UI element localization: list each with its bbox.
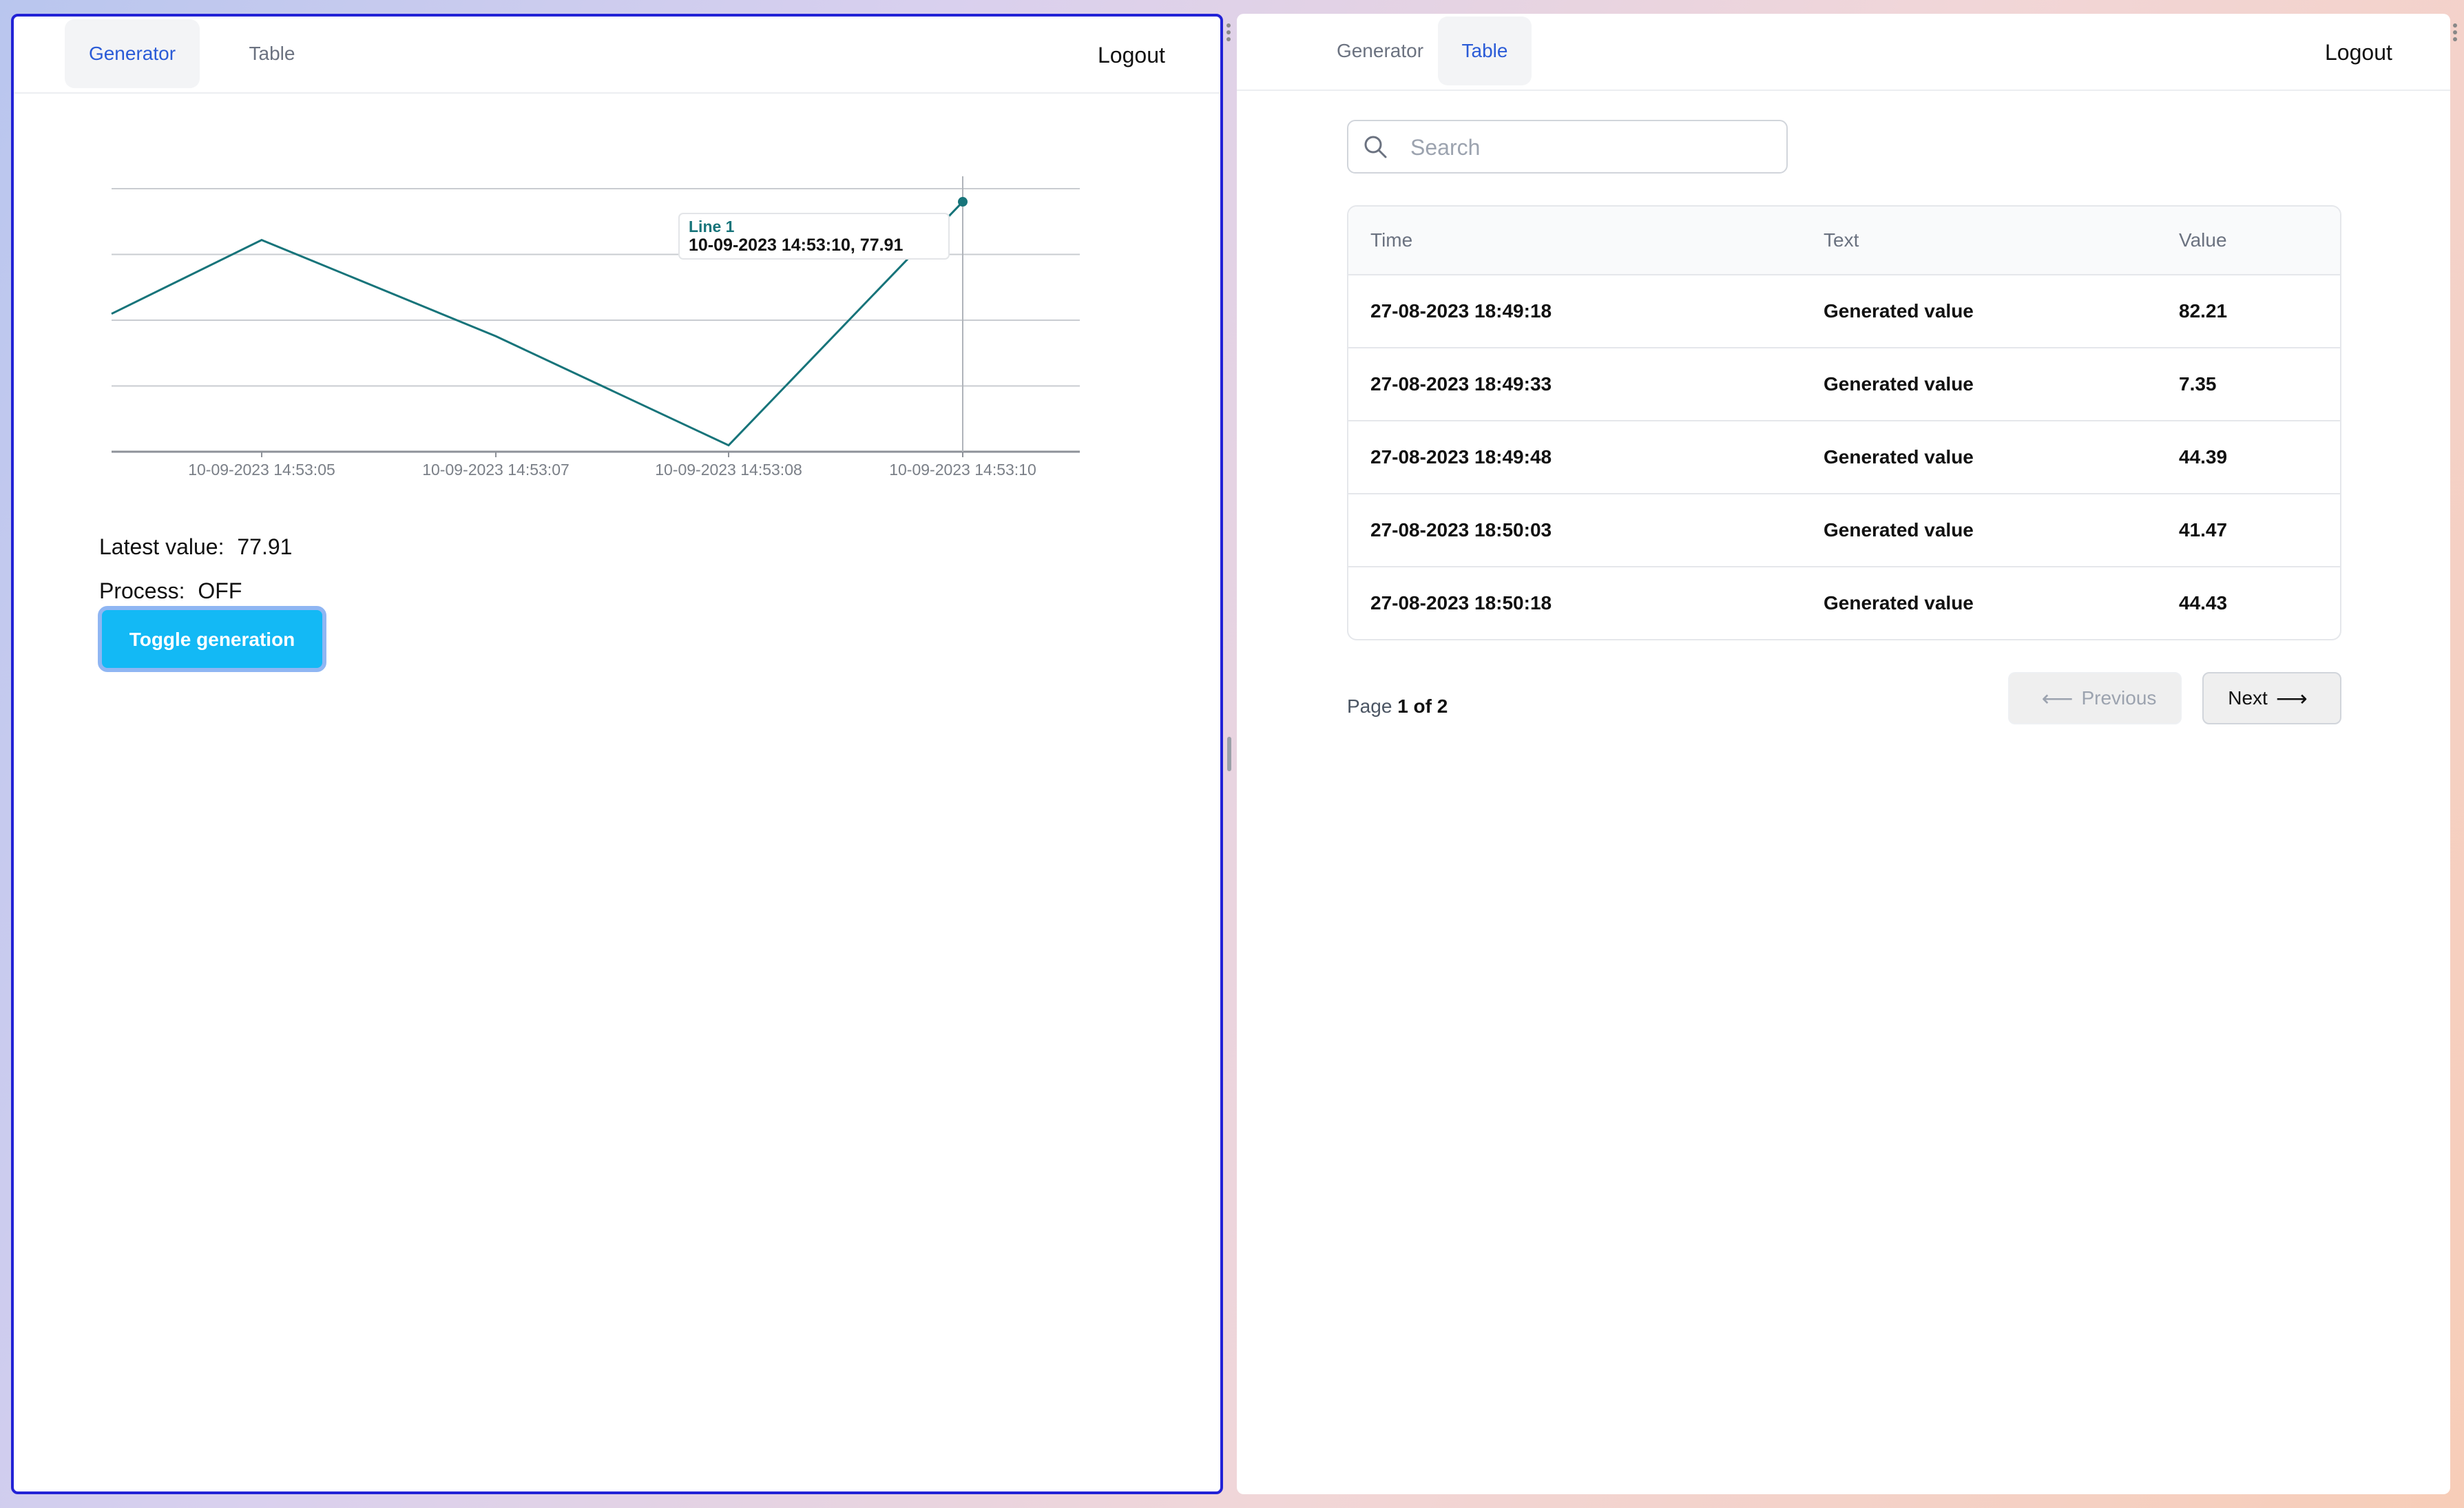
data-table: Time Text Value 27-08-2023 18:49:18 Gene…	[1347, 205, 2341, 640]
cell-value: 44.39	[2179, 446, 2228, 468]
tab-table[interactable]: Table	[213, 19, 331, 88]
process-label: Process:	[99, 578, 185, 603]
cell-time: 27-08-2023 18:49:18	[1370, 300, 1552, 322]
previous-page-button[interactable]: ⟵ Previous	[2008, 672, 2182, 724]
cell-text: Generated value	[1824, 592, 1974, 614]
previous-label: Previous	[2081, 687, 2157, 709]
column-header-value[interactable]: Value	[2179, 207, 2227, 274]
table-row: 27-08-2023 18:50:18 Generated value 44.4…	[1348, 566, 2340, 639]
logout-button[interactable]: Logout	[2325, 14, 2392, 91]
column-header-text[interactable]: Text	[1824, 207, 1859, 274]
process-status-row: Process: OFF	[99, 578, 249, 604]
tooltip-value: 10-09-2023 14:53:10, 77.91	[689, 235, 903, 255]
table-header-row: Time Text Value	[1348, 207, 2340, 274]
of-word: of	[1413, 695, 1432, 717]
x-tick-label: 10-09-2023 14:53:07	[422, 461, 570, 479]
table-window: Generator Table Logout Time Text Value 2…	[1237, 14, 2450, 1494]
x-tick-label: 10-09-2023 14:53:08	[655, 461, 802, 479]
toggle-generation-button[interactable]: Toggle generation	[98, 606, 326, 672]
cell-time: 27-08-2023 18:49:33	[1370, 373, 1552, 395]
x-tick-label: 10-09-2023 14:53:05	[188, 461, 335, 479]
search-field[interactable]	[1347, 120, 1788, 174]
cell-value: 82.21	[2179, 300, 2228, 322]
cell-text: Generated value	[1824, 300, 1974, 322]
cell-text: Generated value	[1824, 373, 1974, 395]
search-icon	[1364, 136, 1387, 158]
table-row: 27-08-2023 18:49:18 Generated value 82.2…	[1348, 274, 2340, 347]
cell-text: Generated value	[1824, 519, 1974, 541]
cell-value: 7.35	[2179, 373, 2217, 395]
data-point	[958, 197, 968, 207]
top-navbar: Generator Table Logout	[14, 17, 1220, 94]
process-status: OFF	[198, 578, 242, 603]
table-row: 27-08-2023 18:50:03 Generated value 41.4…	[1348, 493, 2340, 566]
current-page: 1	[1397, 695, 1408, 717]
x-tick-label: 10-09-2023 14:53:10	[889, 461, 1036, 479]
page-word: Page	[1347, 695, 1392, 717]
line-chart: 10-09-2023 14:53:05 10-09-2023 14:53:07 10…	[111, 176, 1080, 479]
cell-value: 44.43	[2179, 592, 2228, 614]
split-resize-handle[interactable]	[1227, 737, 1231, 771]
cell-text: Generated value	[1824, 446, 1974, 468]
next-page-button[interactable]: Next ⟶	[2202, 672, 2341, 724]
search-input[interactable]	[1409, 128, 1770, 167]
cell-time: 27-08-2023 18:49:48	[1370, 446, 1552, 468]
latest-value: 77.91	[237, 534, 293, 559]
latest-value-row: Latest value: 77.91	[99, 534, 299, 560]
tooltip-series-name: Line 1	[689, 218, 735, 235]
generator-window: Generator Table Logout 10-09-2023 14:53:…	[11, 14, 1223, 1494]
window-drag-handle[interactable]	[2453, 23, 2457, 41]
table-row: 27-08-2023 18:49:33 Generated value 7.35	[1348, 347, 2340, 420]
table-row: 27-08-2023 18:49:48 Generated value 44.3…	[1348, 420, 2340, 493]
window-drag-handle[interactable]	[1226, 23, 1231, 41]
tab-generator[interactable]: Generator	[65, 19, 200, 88]
cell-time: 27-08-2023 18:50:03	[1370, 519, 1552, 541]
tab-table[interactable]: Table	[1438, 17, 1532, 85]
cell-time: 27-08-2023 18:50:18	[1370, 592, 1552, 614]
x-axis: 10-09-2023 14:53:05 10-09-2023 14:53:07 10…	[188, 452, 1036, 479]
total-pages: 2	[1437, 695, 1448, 717]
cell-value: 41.47	[2179, 519, 2228, 541]
next-label: Next	[2228, 687, 2268, 709]
arrow-right-icon: ⟶	[2275, 686, 2308, 711]
tab-generator[interactable]: Generator	[1313, 17, 1448, 85]
pagination-info: Page 1 of 2	[1347, 695, 1448, 718]
column-header-time[interactable]: Time	[1370, 207, 1412, 274]
latest-value-label: Latest value:	[99, 534, 225, 559]
chart-tooltip: Line 110-09-2023 14:53:10, 77.91	[678, 213, 950, 260]
logout-button[interactable]: Logout	[1098, 17, 1165, 94]
arrow-left-icon: ⟵	[2041, 686, 2074, 711]
top-navbar: Generator Table Logout	[1237, 14, 2450, 91]
